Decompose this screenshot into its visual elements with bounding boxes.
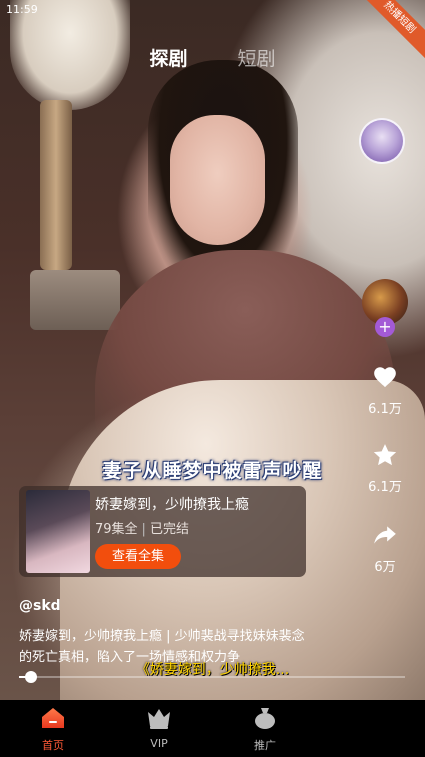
view-all-episodes-button[interactable]: 查看全集 [95, 544, 181, 569]
like-button[interactable]: 6.1万 [360, 364, 410, 417]
video-subtitle: 妻子从睡梦中被雷声吵醒 [102, 460, 323, 482]
nav-vip[interactable]: VIP [119, 706, 199, 750]
drama-poster[interactable] [26, 490, 90, 573]
video-frame-lamp-post [40, 100, 72, 270]
top-tabs: 探剧 短剧 [0, 44, 425, 71]
nav-vip-label: VIP [150, 737, 168, 750]
bottom-nav: 首页 VIP 推广 [0, 700, 425, 757]
nav-promote-label: 推广 [254, 739, 276, 752]
nav-home[interactable]: 首页 [13, 706, 93, 753]
video-frame-box [30, 270, 120, 330]
creator-avatar[interactable] [359, 118, 405, 164]
tab-short-drama[interactable]: 短剧 [238, 44, 276, 71]
nav-promote[interactable]: 推广 [225, 706, 305, 753]
heart-icon [374, 367, 396, 388]
drama-meta: 79集全 | 已完结 [95, 518, 189, 537]
share-button[interactable]: 6万 [360, 522, 410, 575]
video-player[interactable] [0, 0, 425, 700]
follow-plus-icon[interactable]: + [375, 317, 395, 337]
progress-knob[interactable] [25, 671, 37, 683]
home-icon [42, 708, 64, 728]
money-bag-icon [255, 708, 275, 729]
nav-home-label: 首页 [42, 739, 64, 752]
drama-card[interactable]: 娇妻嫁到，少帅撩我上瘾 79集全 | 已完结 查看全集 [19, 486, 306, 577]
share-icon [374, 526, 396, 544]
drama-title: 娇妻嫁到，少帅撩我上瘾 [95, 497, 249, 513]
status-time: 11:59 [6, 3, 38, 16]
video-progress-bar[interactable] [19, 671, 405, 683]
share-count: 6万 [374, 560, 396, 575]
crown-icon [148, 709, 170, 729]
author-handle[interactable]: @skd [19, 598, 61, 614]
like-count: 6.1万 [368, 402, 402, 417]
episode-count: 79集全 [95, 522, 138, 537]
video-frame-actress-face [170, 115, 265, 245]
tab-explore[interactable]: 探剧 [149, 44, 187, 71]
completion-status: 已完结 [149, 522, 189, 537]
meta-separator: | [141, 522, 146, 537]
